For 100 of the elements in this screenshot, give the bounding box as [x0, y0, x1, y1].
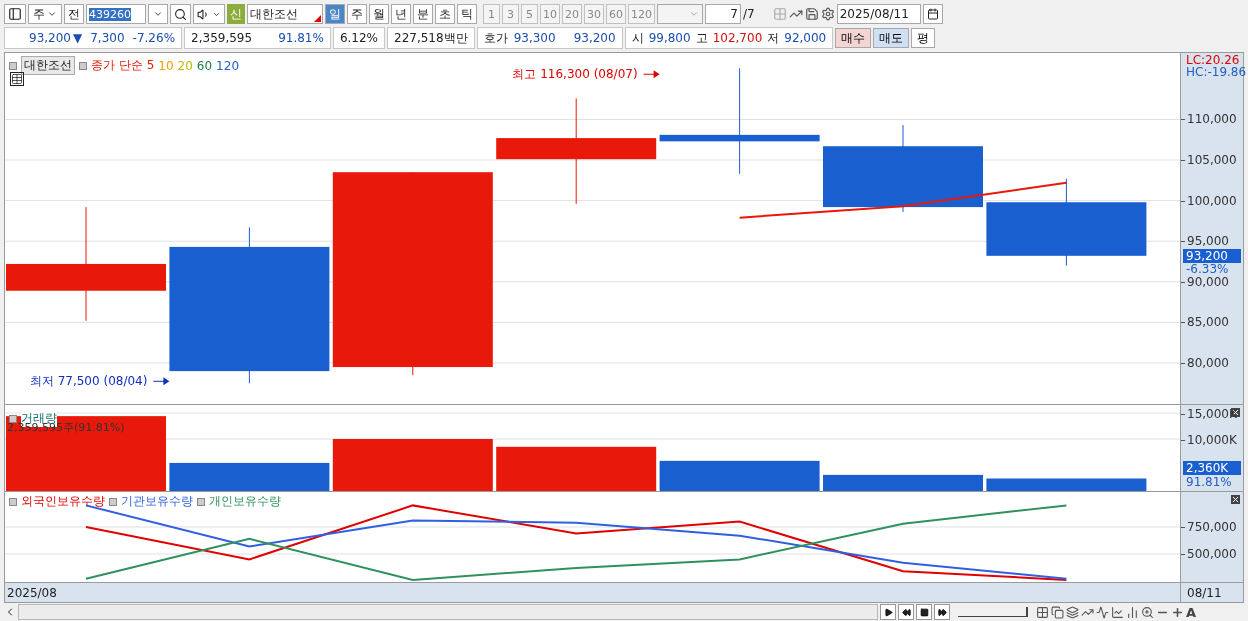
square-icon: [9, 61, 17, 70]
axis-label: 500,000: [1181, 547, 1237, 561]
stop-icon: [919, 607, 929, 617]
price-annotation: 최고 116,300 (08/07): [512, 67, 638, 82]
amount-value: 227,518백만: [394, 29, 468, 47]
legend-label: 60: [196, 58, 213, 73]
quote-label: 호가: [483, 29, 508, 47]
hc-label: HC:-19.86: [1186, 66, 1247, 79]
high-label: 고: [695, 29, 708, 47]
arrow-icon: [643, 70, 660, 79]
ask-price: 93,300: [513, 31, 556, 45]
speaker-button[interactable]: [193, 4, 225, 24]
open-price: 99,800: [648, 31, 691, 45]
rewind-icon: [901, 607, 911, 617]
caret-icon: [153, 9, 163, 19]
market-dropdown[interactable]: 주: [28, 4, 62, 24]
corner-triangle-icon: [314, 15, 321, 22]
bid-price: 93,200: [573, 31, 616, 45]
legend-label: 개인보유수량: [197, 493, 281, 510]
open-label: 시: [631, 29, 644, 47]
low-label: 저: [767, 29, 780, 47]
current-volume-tag: 2,360K: [1183, 461, 1241, 475]
axis-label: 90,000: [1181, 274, 1229, 289]
axis-label: 80,000: [1181, 356, 1229, 370]
copy-icon[interactable]: [1051, 605, 1064, 619]
search-button[interactable]: [170, 4, 191, 24]
line-chart-icon[interactable]: [1111, 605, 1124, 619]
search-icon[interactable]: [1141, 605, 1154, 619]
font-button[interactable]: A: [1186, 604, 1197, 620]
period-tab[interactable]: 초: [435, 4, 455, 24]
stock-tag[interactable]: 대한조선: [21, 56, 75, 75]
fast-forward-icon: [937, 607, 947, 617]
square-icon: [79, 61, 87, 70]
axis-label: 100,000: [1181, 193, 1237, 208]
calendar-icon: [926, 8, 939, 20]
stock-name-field[interactable]: 대한조선: [247, 4, 323, 24]
current-price-tag: 93,200: [1183, 248, 1241, 263]
axis-label: 105,000: [1181, 153, 1237, 167]
stop-button[interactable]: [916, 604, 932, 620]
legend-label: 외국인보유수량: [9, 493, 105, 510]
rewind-button[interactable]: [898, 604, 914, 620]
period-tab[interactable]: 틱: [457, 4, 477, 24]
volume-value: 2,359,595: [191, 31, 253, 45]
caret-icon: [47, 9, 57, 19]
change-rate: -6.33%: [1186, 262, 1229, 276]
trade-button[interactable]: 평: [911, 28, 936, 48]
high-price: 102,700: [712, 31, 763, 45]
add-panel-icon[interactable]: [1036, 605, 1049, 619]
caret-icon: [689, 9, 699, 19]
play-icon: [883, 607, 893, 617]
scroll-track[interactable]: [18, 604, 878, 620]
change-rate: -7.26%: [132, 31, 176, 45]
down-arrow: ▼: [73, 31, 83, 45]
period-tab[interactable]: 분: [413, 4, 433, 24]
period-tab[interactable]: 일: [325, 4, 345, 24]
count-field[interactable]: 7: [705, 4, 741, 24]
activity-icon[interactable]: [1096, 605, 1109, 619]
layout-button[interactable]: [4, 4, 26, 24]
save-icon[interactable]: [804, 7, 819, 21]
axis-label: 95,000: [1181, 234, 1229, 249]
axis-label: 10,000K: [1181, 433, 1237, 447]
arrow-icon: [152, 377, 170, 386]
price-annotation: 최저 77,500 (08/04): [29, 374, 148, 389]
date-field[interactable]: 2025/08/11: [836, 4, 921, 24]
legend-label: 10: [158, 58, 174, 73]
trade-button[interactable]: 매수: [835, 28, 872, 48]
axis-label: 85,000: [1181, 315, 1229, 330]
volume-ratio: 91.81%: [278, 31, 324, 45]
plus-icon[interactable]: [1171, 605, 1184, 619]
close-icon[interactable]: [1231, 495, 1240, 504]
lc-label: LC:20.26: [1186, 54, 1240, 67]
layers-icon[interactable]: [1066, 605, 1079, 619]
grid-icon[interactable]: [10, 72, 24, 86]
date-start: 2025/08: [6, 585, 57, 600]
current-price: 93,200: [29, 31, 71, 45]
new-badge: 신: [227, 4, 245, 24]
bar-chart-icon[interactable]: [1126, 605, 1139, 619]
axis-label: 110,000: [1181, 112, 1237, 127]
speaker-icon: [197, 7, 210, 21]
play-button[interactable]: [880, 604, 896, 620]
period-tab[interactable]: 년: [391, 4, 411, 24]
legend-label: 종가 단순 5: [91, 57, 155, 74]
low-price: 92,000: [784, 31, 827, 45]
settings-icon[interactable]: [820, 7, 835, 21]
code-field[interactable]: 439260: [86, 4, 146, 24]
volume-rate: 91.81%: [1186, 476, 1232, 489]
fast-forward-button[interactable]: [934, 604, 950, 620]
square-icon: [9, 414, 17, 423]
period-tab[interactable]: 월: [369, 4, 389, 24]
trade-button[interactable]: 매도: [873, 28, 910, 48]
price-change: 7,300: [90, 31, 125, 45]
legend-label: 120: [216, 58, 239, 73]
period-tab[interactable]: 주: [347, 4, 367, 24]
search-icon: [174, 7, 187, 21]
dots-icon[interactable]: [772, 7, 787, 21]
panel-icon: [8, 7, 22, 21]
prev-button[interactable]: 전: [64, 4, 84, 24]
calendar-button[interactable]: [922, 4, 943, 24]
legend-label: 기관보유수량: [109, 493, 193, 510]
axis-label: 750,000: [1181, 520, 1237, 534]
